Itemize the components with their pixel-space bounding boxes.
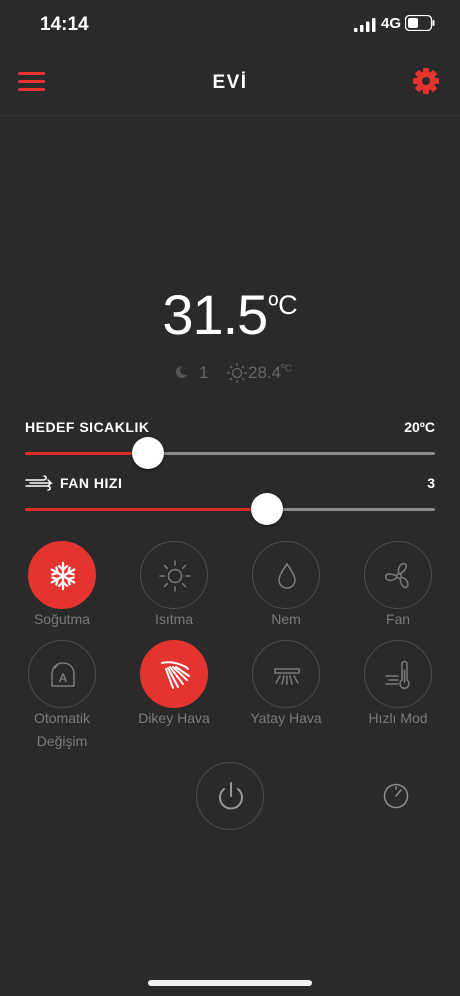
page-title: EVİ <box>212 72 248 93</box>
sun-icon <box>159 560 191 592</box>
sub-info-row: 1 28.4ºC <box>0 360 460 388</box>
nav-bar: EVİ <box>0 50 460 116</box>
network-type: 4G <box>381 15 402 32</box>
target-temp-value: 20ºC <box>404 419 435 435</box>
target-temp-slider[interactable] <box>25 437 435 469</box>
mode-button-isitma[interactable] <box>140 541 208 609</box>
temperature-unit: ºC <box>268 290 298 320</box>
gear-icon[interactable] <box>406 64 446 104</box>
status-time: 14:14 <box>40 14 89 35</box>
mode-button-hizli-mod[interactable] <box>364 640 432 708</box>
fan-icon <box>384 562 409 589</box>
current-temperature: 31.5ºC <box>0 282 460 352</box>
mode-button-nem[interactable] <box>252 541 320 609</box>
timer-icon[interactable] <box>382 782 410 810</box>
temperature-value: 31.5 <box>162 283 268 346</box>
mode-button-dikey-hava[interactable] <box>140 640 208 708</box>
status-bar: 14:14 4G <box>0 0 460 50</box>
fan-speed-value: 3 <box>427 475 435 491</box>
power-button[interactable] <box>196 762 264 830</box>
mode-label-nem: Nem <box>271 611 301 627</box>
droplet-icon <box>278 562 296 589</box>
mode-label-otomatik: Otomatik Değişim <box>33 710 90 749</box>
mode-label-sogutma: Soğutma <box>33 611 91 627</box>
snowflake-icon <box>50 561 76 591</box>
outdoor-temperature-value: 28.4 <box>248 363 282 382</box>
mode-button-fan[interactable] <box>364 541 432 609</box>
fan-speed-slider-fill <box>25 508 267 511</box>
mode-button-sogutma[interactable] <box>28 541 96 609</box>
svg-text:A: A <box>59 671 68 685</box>
fan-speed-label: FAN HIZI <box>60 475 123 491</box>
turbo-icon <box>385 660 410 689</box>
power-icon <box>219 782 243 810</box>
mode-label-dikey-hava: Dikey Hava <box>138 710 210 726</box>
mode-label-yatay-hava: Yatay Hava <box>250 710 322 726</box>
mode-button-yatay-hava[interactable] <box>252 640 320 708</box>
target-temp-slider-thumb[interactable] <box>132 437 164 469</box>
mode-label-fan: Fan <box>385 611 411 627</box>
fan-speed-slider[interactable] <box>25 493 435 525</box>
fan-speed-slider-thumb[interactable] <box>250 493 283 525</box>
battery-icon <box>405 15 435 31</box>
outdoor-temperature-unit: ºC <box>281 363 292 375</box>
mode-label-hizli-mod: Hızlı Mod <box>368 710 428 726</box>
target-temp-label: HEDEF SICAKLIK <box>25 419 150 435</box>
vertical-swing-icon <box>161 661 190 689</box>
mode-button-otomatik[interactable]: A <box>28 640 96 708</box>
home-indicator[interactable] <box>148 980 312 986</box>
mode-label-isitma: Isıtma <box>154 611 194 627</box>
signal-icon <box>354 18 376 32</box>
moon-icon <box>176 365 190 378</box>
outdoor-temperature: 28.4ºC <box>248 363 292 383</box>
sun-icon <box>227 363 247 383</box>
target-temp-slider-fill <box>25 452 148 455</box>
wind-icon <box>25 475 53 491</box>
horizontal-swing-icon <box>274 668 300 685</box>
auto-icon: A <box>51 662 75 687</box>
night-count: 1 <box>199 363 209 382</box>
